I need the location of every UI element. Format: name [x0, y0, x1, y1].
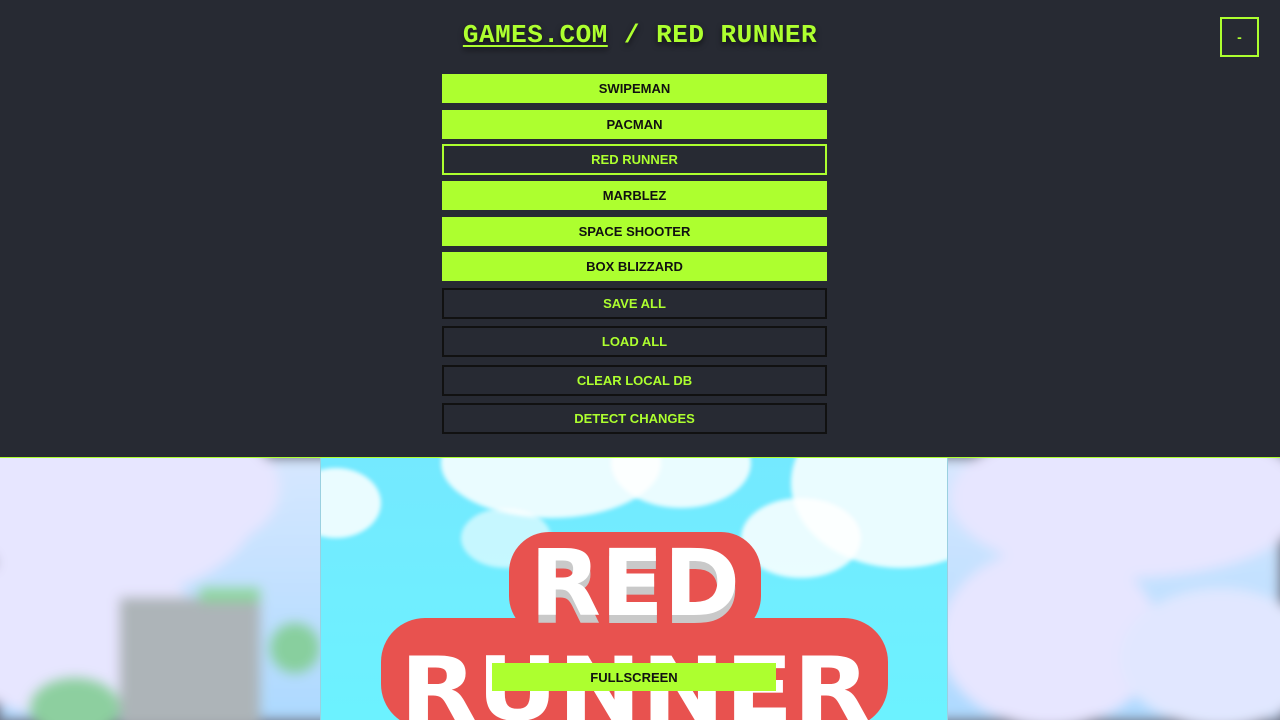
game-button-swipeman[interactable]: SWIPEMAN — [442, 74, 827, 103]
right-side-panel — [948, 458, 1280, 720]
load-all-button[interactable]: LOAD ALL — [442, 326, 827, 357]
game-button-box-blizzard[interactable]: BOX BLIZZARD — [442, 252, 827, 281]
current-game-title: RED RUNNER — [656, 20, 818, 50]
logo-line1: RED — [530, 530, 740, 637]
detect-changes-button[interactable]: DETECT CHANGES — [442, 403, 827, 434]
game-button-space-shooter[interactable]: SPACE SHOOTER — [442, 217, 827, 246]
left-side-panel — [0, 458, 320, 720]
fullscreen-button[interactable]: FULLSCREEN — [492, 663, 776, 691]
page-title: GAMES.COM / RED RUNNER — [0, 20, 1280, 50]
games-home-link[interactable]: GAMES.COM — [463, 20, 608, 50]
game-button-pacman[interactable]: PACMAN — [442, 110, 827, 139]
minimize-button[interactable]: - — [1220, 17, 1259, 57]
game-button-marblez[interactable]: MARBLEZ — [442, 181, 827, 210]
save-all-button[interactable]: SAVE ALL — [442, 288, 827, 319]
game-button-red-runner[interactable]: RED RUNNER — [442, 144, 827, 175]
clear-local-db-button[interactable]: CLEAR LOCAL DB — [442, 365, 827, 396]
title-separator: / — [607, 20, 657, 50]
top-panel: GAMES.COM / RED RUNNER - SWIPEMAN PACMAN… — [0, 0, 1280, 457]
